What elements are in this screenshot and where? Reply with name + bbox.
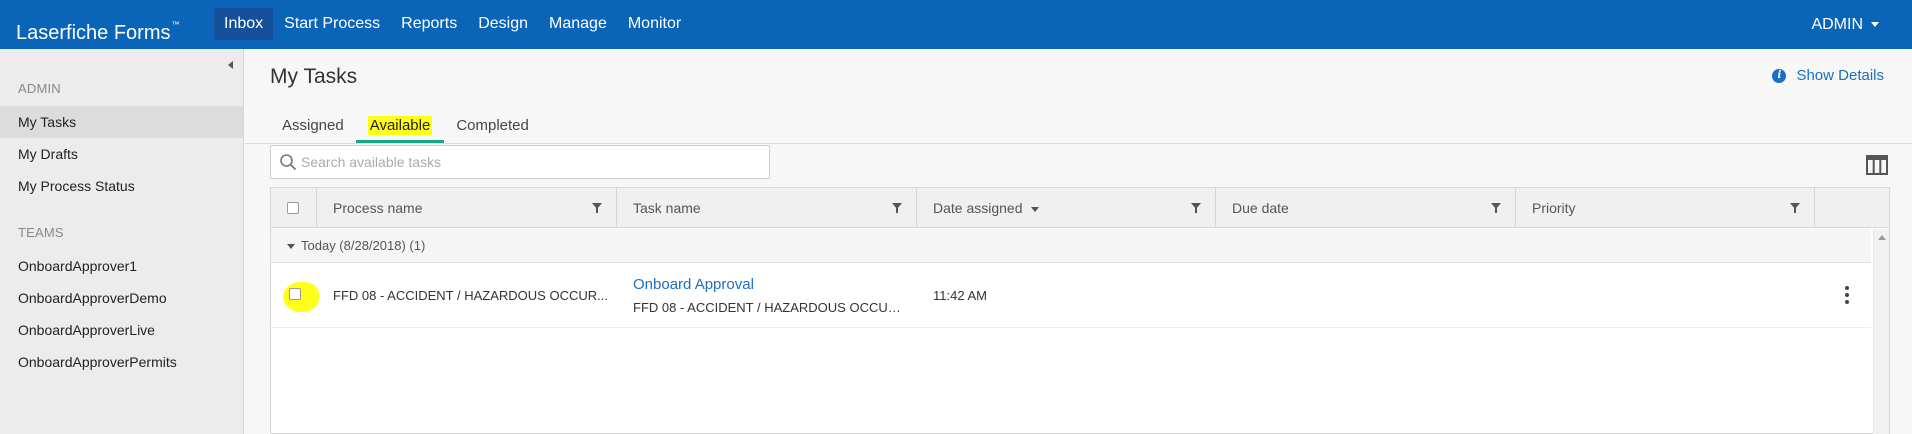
task-tabs: Assigned Available Completed (270, 109, 541, 143)
sidebar-item-team[interactable]: OnboardApproverLive (0, 314, 243, 346)
nav-design[interactable]: Design (468, 8, 538, 40)
filter-icon[interactable] (1191, 203, 1201, 213)
user-menu[interactable]: ADMIN (1811, 0, 1879, 49)
tab-completed[interactable]: Completed (444, 109, 541, 141)
sidebar-item-my-drafts[interactable]: My Drafts (0, 138, 243, 170)
table-row[interactable]: FFD 08 - ACCIDENT / HAZARDOUS OCCUR... O… (271, 264, 1871, 328)
tab-label: Available (367, 116, 433, 135)
sidebar-item-my-process-status[interactable]: My Process Status (0, 170, 243, 202)
nav-monitor[interactable]: Monitor (618, 8, 691, 40)
info-icon: i (1772, 68, 1787, 83)
app-logo[interactable]: Laserfiche Forms™ (16, 0, 180, 49)
column-label: Due date (1232, 200, 1289, 216)
sort-descending-icon (1030, 206, 1039, 212)
group-label: Today (8/28/2018) (1) (301, 238, 426, 253)
column-header-process-name[interactable]: Process name (317, 188, 617, 228)
group-row-today[interactable]: Today (8/28/2018) (1) (271, 229, 1871, 263)
header-select-cell (271, 188, 317, 228)
column-label: Task name (633, 200, 701, 216)
page-title: My Tasks (270, 65, 358, 88)
nav-start-process[interactable]: Start Process (274, 8, 390, 40)
sidebar-item-team[interactable]: OnboardApproverPermits (0, 346, 243, 378)
main-nav: Inbox Start Process Reports Design Manag… (214, 8, 692, 40)
column-header-task-name[interactable]: Task name (617, 188, 917, 228)
sidebar-item-team[interactable]: OnboardApproverDemo (0, 282, 243, 314)
search-input[interactable] (301, 146, 761, 178)
tab-label: Assigned (282, 117, 344, 134)
process-name-cell: FFD 08 - ACCIDENT / HAZARDOUS OCCUR... (333, 288, 608, 303)
column-label: Priority (1532, 200, 1576, 216)
task-subtitle: FFD 08 - ACCIDENT / HAZARDOUS OCCURRE... (633, 300, 908, 315)
kebab-menu-icon[interactable] (1845, 286, 1849, 306)
task-name-link[interactable]: Onboard Approval (633, 276, 908, 293)
top-navigation-bar: Laserfiche Forms™ Inbox Start Process Re… (0, 0, 1912, 49)
brand-name: Laserfiche Forms (16, 22, 171, 44)
tab-available[interactable]: Available (355, 109, 445, 143)
column-header-date-assigned[interactable]: Date assigned (917, 188, 1216, 228)
sidebar-header-admin: ADMIN (18, 81, 61, 96)
filter-icon[interactable] (1491, 203, 1501, 213)
search-box (270, 145, 770, 179)
user-menu-label: ADMIN (1811, 16, 1863, 33)
tab-label: Completed (456, 117, 529, 134)
date-assigned-cell: 11:42 AM (933, 288, 987, 303)
sidebar-header-teams: TEAMS (18, 225, 64, 240)
main-content: My Tasks i Show Details Assigned Availab… (245, 49, 1912, 434)
caret-down-icon (1871, 22, 1879, 28)
column-label: Process name (333, 200, 423, 216)
column-header-due-date[interactable]: Due date (1216, 188, 1516, 228)
table-header: Process name Task name Date assigned Due… (271, 188, 1889, 228)
sidebar-item-team[interactable]: OnboardApprover1 (0, 250, 243, 282)
column-label: Date assigned (933, 200, 1023, 216)
table-scrollbar[interactable] (1873, 229, 1889, 434)
scroll-up-icon[interactable] (1878, 235, 1886, 240)
column-header-priority[interactable]: Priority (1516, 188, 1815, 228)
collapse-left-icon[interactable] (228, 61, 233, 69)
select-all-checkbox[interactable] (287, 202, 299, 214)
filter-icon[interactable] (592, 203, 602, 213)
show-details-button[interactable]: i Show Details (1772, 67, 1884, 84)
trademark-symbol: ™ (171, 20, 180, 29)
filter-icon[interactable] (892, 203, 902, 213)
filter-icon[interactable] (1790, 203, 1800, 213)
columns-icon[interactable] (1866, 155, 1888, 175)
nav-manage[interactable]: Manage (539, 8, 617, 40)
sidebar-item-my-tasks[interactable]: My Tasks (0, 106, 243, 138)
row-checkbox[interactable] (289, 288, 301, 300)
show-details-label: Show Details (1796, 67, 1884, 84)
sidebar: ADMIN My Tasks My Drafts My Process Stat… (0, 49, 244, 434)
caret-down-icon (287, 244, 295, 250)
nav-reports[interactable]: Reports (391, 8, 467, 40)
search-icon (280, 154, 296, 170)
nav-inbox[interactable]: Inbox (214, 8, 274, 40)
tab-assigned[interactable]: Assigned (270, 109, 356, 141)
task-table: Process name Task name Date assigned Due… (270, 187, 1890, 434)
tabs-divider (245, 143, 1912, 144)
